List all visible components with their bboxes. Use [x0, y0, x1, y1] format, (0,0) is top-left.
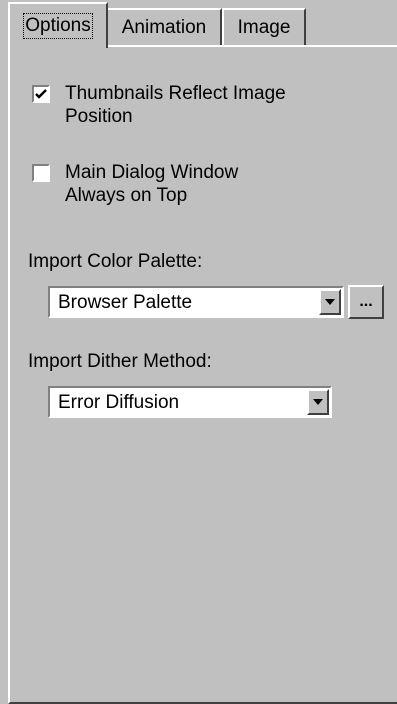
thumbnails-reflect-checkbox[interactable]: [32, 85, 50, 103]
tab-animation-label: Animation: [121, 16, 207, 38]
color-palette-dropdown-button[interactable]: [319, 289, 341, 315]
options-panel: Thumbnails Reflect Image Position Main D…: [8, 45, 397, 704]
color-palette-value: Browser Palette: [58, 292, 193, 313]
tab-strip: Animation Image Options: [0, 0, 397, 48]
always-on-top-checkbox[interactable]: [32, 164, 50, 182]
chevron-down-icon: [313, 399, 323, 405]
dither-method-value: Error Diffusion: [58, 392, 180, 413]
import-color-palette-label: Import Color Palette:: [28, 251, 203, 272]
browse-palette-button[interactable]: ...: [348, 285, 384, 319]
checkmark-icon: [35, 89, 47, 99]
tab-image[interactable]: Image: [222, 8, 306, 45]
thumbnails-reflect-label: Thumbnails Reflect Image Position: [65, 83, 286, 127]
import-dither-method-label: Import Dither Method:: [28, 351, 212, 372]
tab-options-label: Options: [23, 13, 93, 39]
tab-options[interactable]: Options: [8, 2, 108, 48]
tab-image-label: Image: [237, 16, 291, 38]
dither-method-select[interactable]: Error Diffusion: [48, 386, 332, 418]
chevron-down-icon: [325, 299, 335, 305]
tab-animation[interactable]: Animation: [106, 8, 222, 45]
always-on-top-label: Main Dialog Window Always on Top: [65, 162, 239, 206]
color-palette-select[interactable]: Browser Palette: [48, 286, 344, 318]
dither-method-dropdown-button[interactable]: [307, 389, 329, 415]
